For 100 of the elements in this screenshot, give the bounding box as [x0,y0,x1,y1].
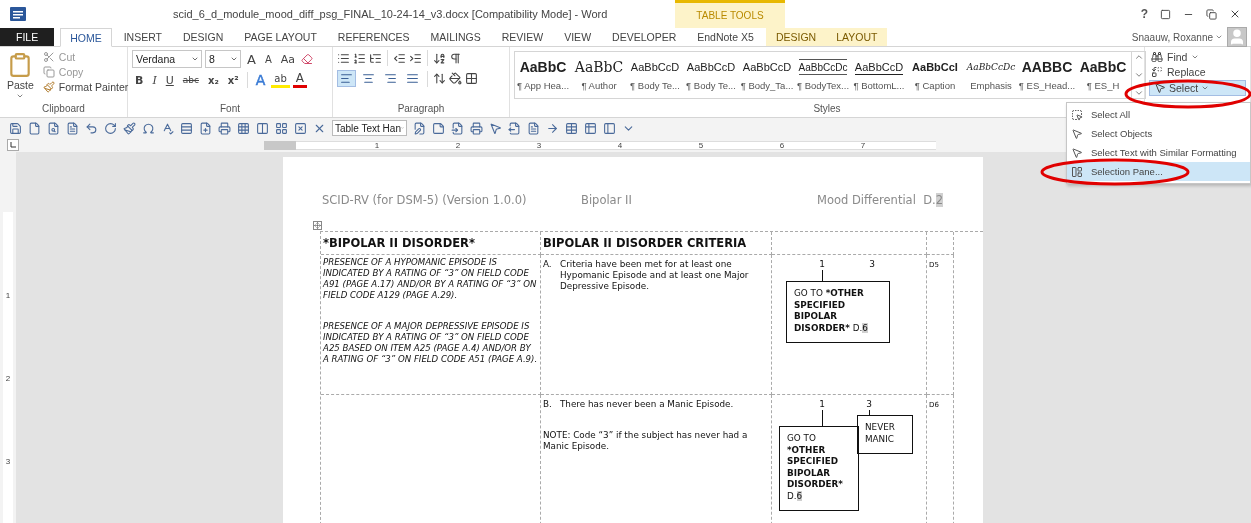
format-button[interactable]: U [162,72,177,88]
line-spacing-icon[interactable] [433,72,446,85]
color-button[interactable]: A [252,72,269,88]
font-size-button[interactable]: Aa [277,51,298,67]
font-size-button[interactable]: A [244,51,259,67]
style-item[interactable]: AaBbC ¶ App Hea... [515,52,571,98]
restore-icon[interactable] [1206,8,1217,20]
style-item[interactable]: AaBbCcD ¶ Body Te... [627,52,683,98]
increase-indent-icon[interactable] [409,51,422,65]
table-icon[interactable] [584,121,597,135]
ribbon-tab[interactable]: MAILINGS [421,28,490,46]
paste-button[interactable]: Paste [4,50,37,103]
account-menu[interactable]: Snaauw, Roxanne [1131,31,1223,43]
format-button[interactable]: x² [224,72,242,88]
columns-icon[interactable] [256,121,269,135]
find-button[interactable]: Find [1149,50,1246,64]
panel-icon[interactable] [603,121,616,135]
menu-item[interactable]: Select Text with Similar Formatting [1067,143,1250,162]
tab-stop-selector[interactable] [7,139,19,151]
export-icon[interactable] [508,121,521,135]
scroll-up-icon[interactable] [1133,52,1144,62]
menu-item[interactable]: Selection Pane... [1067,162,1250,181]
printer-icon[interactable] [218,121,231,135]
style-item[interactable]: AaBbCcDc ¶ BodyTex... [795,52,851,98]
borders-icon[interactable] [275,121,288,135]
printer-icon[interactable] [470,121,483,135]
insert-file-icon[interactable] [199,121,212,135]
more-styles-icon[interactable] [1133,88,1144,98]
arrow-right-icon[interactable] [546,121,559,135]
ribbon-tab[interactable]: PAGE LAYOUT [235,28,326,46]
new-document-icon[interactable] [28,121,41,135]
format-button[interactable]: abc [179,72,202,88]
ribbon-tab[interactable]: REFERENCES [328,28,419,46]
ribbon-tab[interactable]: DEVELOPER [603,28,686,46]
ribbon-tab[interactable]: FILE [0,28,55,46]
bullets-icon[interactable] [337,51,350,65]
close-icon[interactable] [1229,8,1241,20]
edit-document-icon[interactable] [413,121,426,135]
ribbon-tab[interactable]: DESIGN [174,28,233,46]
replace-button[interactable]: Replace [1149,65,1246,79]
style-item[interactable]: AaBbCcD ¶ Body_Ta... [739,52,795,98]
format-button[interactable]: I [149,72,160,88]
style-item[interactable]: AaBbCcI ¶ Caption [907,52,963,98]
ribbon-tab[interactable]: VIEW [555,28,601,46]
instruction-text: PRESENCE OF A HYPOMANIC EPISODE IS INDICATED BY A RATING OF “3” ON FIELD CODE A91 (PAGE A.17) AND/OR BY A RATING OF “3” ON FIELD CODE A129 (PAGE A.29). [323,257,538,301]
style-item[interactable]: AABBC ¶ ES_Head... [1019,52,1075,98]
spellcheck-icon[interactable] [161,121,174,135]
decrease-indent-icon[interactable] [393,51,406,65]
style-item[interactable]: AaBbC ¶ ES_H [1075,52,1131,98]
table-header-cell: BIPOLAR II DISORDER CRITERIA [541,232,772,255]
brush-icon[interactable] [123,121,136,135]
delete-icon[interactable] [294,121,307,135]
panel-icon [1071,165,1083,178]
omega-icon[interactable] [142,121,155,135]
font-size-button[interactable]: A [261,51,275,67]
document-icon[interactable] [66,121,79,135]
ribbon-display-icon[interactable] [1160,8,1171,20]
ribbon-tab[interactable]: EndNote X5 [688,28,763,46]
ribbon-tab[interactable]: INSERT [114,28,171,46]
pilcrow-icon[interactable] [449,51,462,65]
ribbon-tab[interactable]: REVIEW [492,28,553,46]
menu-item[interactable]: Select Objects [1067,124,1250,143]
table-icon[interactable] [565,121,578,135]
ribbon-tab[interactable]: LAYOUT [826,28,888,46]
eraser-icon[interactable] [301,53,313,65]
shading-icon[interactable] [449,72,462,85]
redo-icon[interactable] [104,121,117,135]
style-item[interactable]: AaBbCcD ¶ Body Te... [683,52,739,98]
sort-icon[interactable] [433,51,446,65]
style-dropdown[interactable]: Table Text Han [332,120,407,136]
scroll-down-icon[interactable] [1133,70,1144,80]
borders-icon[interactable] [465,72,478,85]
multilevel-list-icon[interactable] [369,51,382,65]
rating-number: 1 [819,399,825,410]
style-item[interactable]: AaBbCcD ¶ BottomL... [851,52,907,98]
font-size-field[interactable]: 8 [205,50,241,68]
format-painter-button[interactable]: Format Painter [40,80,131,94]
help-button[interactable]: ? [1140,7,1148,21]
menu-item[interactable]: Select All [1067,105,1250,124]
rows-icon[interactable] [180,121,193,135]
numbering-icon[interactable] [353,51,366,65]
import-icon[interactable] [451,121,464,135]
table-grid-icon[interactable] [237,121,250,135]
note-icon[interactable] [432,121,445,135]
ribbon-tab[interactable]: DESIGN [765,28,827,46]
print-preview-icon[interactable] [47,121,60,135]
style-item[interactable]: AaBbC ¶ Author [571,52,627,98]
document-icon[interactable] [527,121,540,135]
style-item[interactable]: AaBbCcDc Emphasis [963,52,1019,98]
format-button[interactable]: x₂ [205,72,222,88]
undo-icon[interactable] [85,121,98,135]
font-name-field[interactable]: Verdana [132,50,202,68]
ribbon-tab[interactable]: HOME [60,28,112,47]
save-icon[interactable] [9,121,22,135]
pointer-icon[interactable] [489,121,502,135]
table-move-handle[interactable] [313,221,322,230]
alignment-button[interactable] [337,70,356,87]
format-button[interactable]: B [132,72,147,88]
color-button[interactable]: ab [271,72,290,88]
color-button[interactable]: A [292,72,307,88]
